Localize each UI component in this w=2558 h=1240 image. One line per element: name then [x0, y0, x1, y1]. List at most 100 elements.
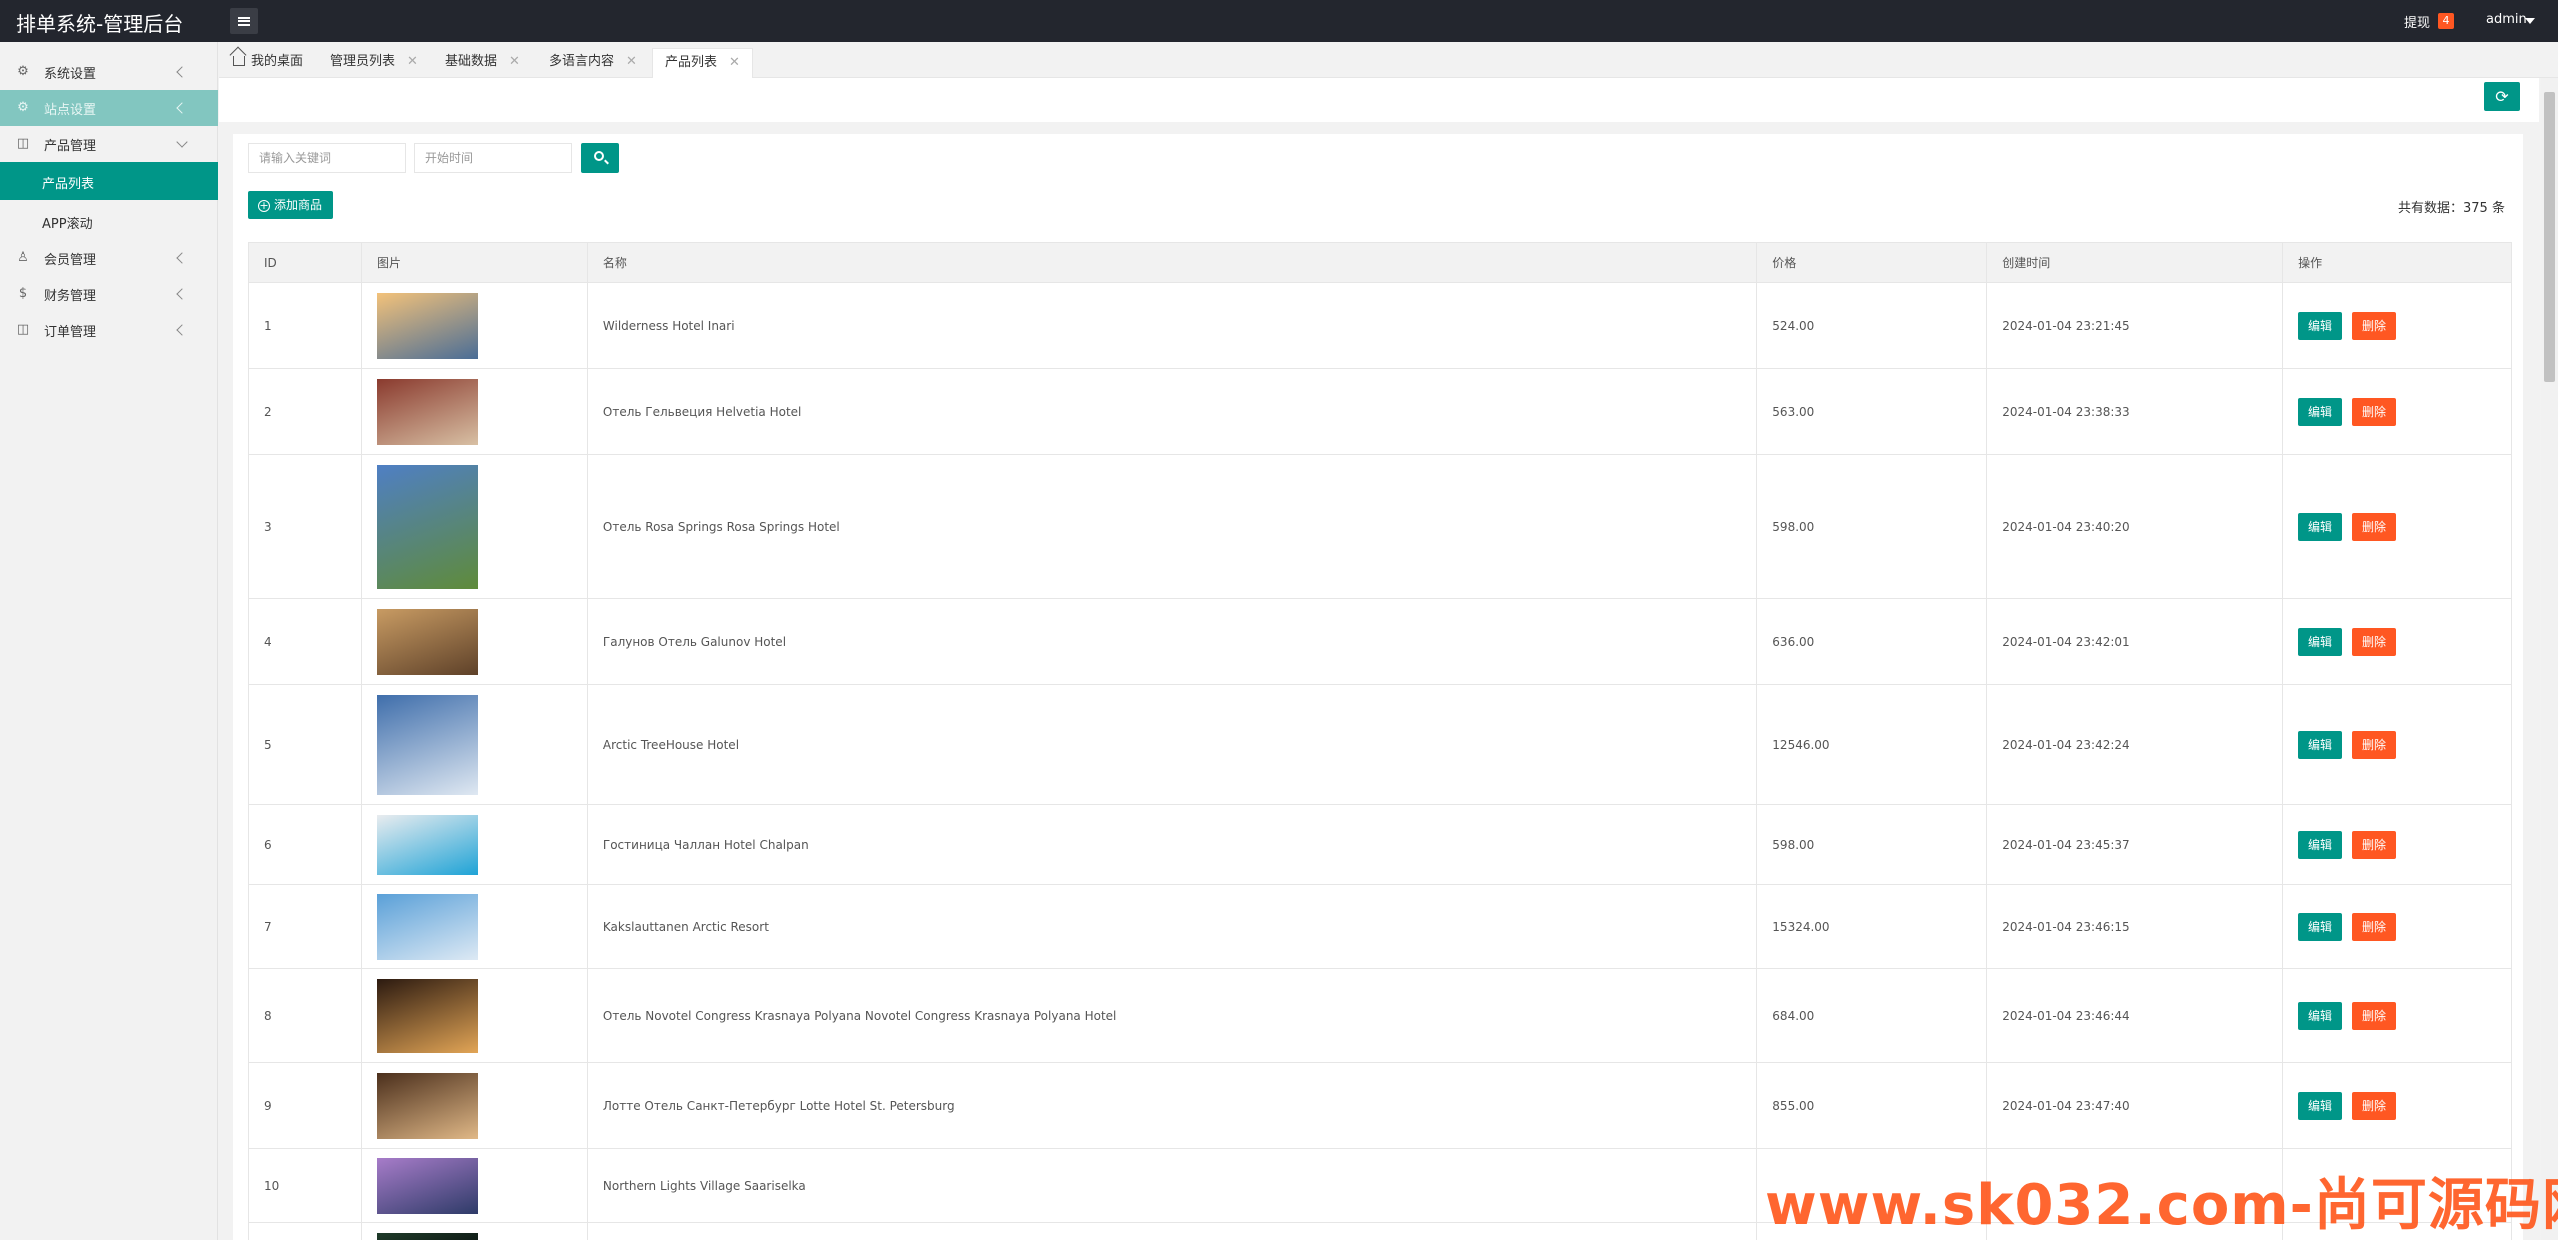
cell-created-time: 2024-01-04 23:46:15	[1986, 884, 2284, 969]
refresh-button[interactable]: ⟳	[2484, 82, 2520, 111]
cell-price: 524.00	[1756, 282, 1988, 369]
withdraw-count-badge: 4	[2438, 13, 2454, 29]
cell-image	[360, 804, 588, 885]
sidebar-item-system-settings[interactable]: ⚙ 系统设置	[0, 54, 218, 90]
table-row: 2 Отель Гельвеция Helvetia Hotel 563.00 202…	[248, 368, 2512, 455]
edit-button[interactable]: 编辑	[2298, 311, 2343, 340]
tab-multilingual-content[interactable]: 多语言内容 ✕	[537, 48, 649, 78]
tab-label: 产品列表	[665, 55, 718, 70]
product-thumbnail[interactable]	[376, 1232, 478, 1240]
cell-created-time: 2024-01-04 23:38:33	[1986, 368, 2284, 455]
cell-actions: 编辑 删除	[2282, 454, 2512, 599]
edit-button[interactable]: 编辑	[2298, 730, 2343, 759]
edit-button[interactable]: 编辑	[2298, 512, 2343, 541]
cell-price: 636.00	[1756, 598, 1988, 685]
product-thumbnail[interactable]	[376, 464, 478, 589]
search-input[interactable]: 请输入关键词	[248, 143, 406, 173]
scrollbar-thumb[interactable]	[2544, 92, 2555, 382]
cell-image	[360, 1148, 588, 1223]
product-thumbnail[interactable]	[376, 1072, 478, 1139]
tab-label: 我的桌面	[251, 54, 304, 69]
delete-button[interactable]: 删除	[2352, 627, 2397, 656]
caret-down-icon[interactable]	[2525, 18, 2535, 24]
cell-created-time: 2024-01-04 23:46:44	[1986, 968, 2284, 1063]
cell-name: Northern Lights Village Saariselka	[586, 1148, 1758, 1223]
edit-button[interactable]: 编辑	[2298, 627, 2343, 656]
close-icon[interactable]: ✕	[729, 55, 740, 70]
cell-name	[586, 1222, 1758, 1240]
box-icon: ◫	[16, 136, 30, 151]
cell-price: 855.00	[1756, 1062, 1988, 1149]
edit-button[interactable]: 编辑	[2298, 397, 2343, 426]
cell-image	[360, 1062, 588, 1149]
product-thumbnail[interactable]	[376, 978, 478, 1053]
edit-button[interactable]: 编辑	[2298, 912, 2343, 941]
plus-circle-icon: +	[258, 199, 270, 212]
cell-name: Отель Гельвеция Helvetia Hotel	[586, 368, 1758, 455]
cell-actions: 编辑 删除	[2282, 804, 2512, 885]
cell-image	[360, 968, 588, 1063]
sidebar-item-product-management[interactable]: ◫ 产品管理	[0, 126, 218, 162]
cell-created-time: 2024-01-04 23:42:24	[1986, 684, 2284, 805]
search-icon	[594, 151, 604, 161]
add-product-button[interactable]: + 添加商品	[248, 191, 333, 219]
sidebar-item-finance-management[interactable]: $ 财务管理	[0, 276, 218, 312]
product-thumbnail[interactable]	[376, 608, 478, 675]
sidebar-item-label: 会员管理	[44, 252, 97, 268]
delete-button[interactable]: 删除	[2352, 311, 2397, 340]
withdraw-link[interactable]: 提现	[2404, 12, 2430, 31]
table-row: 3 Отель Rosa Springs Rosa Springs Hotel 59…	[248, 454, 2512, 599]
sidebar-item-label: 系统设置	[44, 66, 97, 82]
close-icon[interactable]: ✕	[407, 54, 418, 69]
product-thumbnail[interactable]	[376, 814, 478, 875]
delete-button[interactable]: 删除	[2352, 512, 2397, 541]
delete-button[interactable]: 删除	[2352, 912, 2397, 941]
close-icon[interactable]: ✕	[509, 54, 520, 69]
product-thumbnail[interactable]	[376, 694, 478, 795]
table-row: 1 Wilderness Hotel Inari 524.00 2024-01-04 …	[248, 282, 2512, 369]
cell-price: 598.00	[1756, 804, 1988, 885]
product-thumbnail[interactable]	[376, 1157, 478, 1214]
sidebar-subitem-product-list[interactable]: 产品列表	[0, 162, 218, 200]
delete-button[interactable]: 删除	[2352, 730, 2397, 759]
cell-id: 1	[248, 282, 362, 369]
tab-my-desktop[interactable]: 我的桌面	[221, 48, 315, 78]
delete-button[interactable]: 删除	[2352, 397, 2397, 426]
sidebar-item-site-settings[interactable]: ⚙ 站点设置	[0, 90, 218, 126]
cell-created-time: 2024-01-04 23:47:40	[1986, 1062, 2284, 1149]
table-row: 7 Kakslauttanen Arctic Resort 15324.00 2024…	[248, 884, 2512, 969]
cell-price: 684.00	[1756, 968, 1988, 1063]
product-thumbnail[interactable]	[376, 378, 478, 445]
site-settings-icon: ⚙	[17, 100, 29, 115]
start-date-input[interactable]: 开始时间	[414, 143, 572, 173]
search-button[interactable]	[581, 143, 619, 173]
sidebar-subitem-app-scroll[interactable]: APP滚动	[0, 202, 218, 240]
sidebar-item-label: 站点设置	[44, 102, 97, 118]
cell-image	[360, 368, 588, 455]
total-count: 共有数据：375 条	[2398, 201, 2505, 216]
edit-button[interactable]: 编辑	[2298, 830, 2343, 859]
delete-button[interactable]: 删除	[2352, 830, 2397, 859]
gear-icon: ⚙	[17, 64, 29, 79]
product-thumbnail[interactable]	[376, 292, 478, 359]
tab-product-list[interactable]: 产品列表 ✕	[652, 48, 753, 78]
menu-toggle-button[interactable]	[230, 8, 258, 34]
delete-button[interactable]: 删除	[2352, 1001, 2397, 1030]
user-menu[interactable]: admin	[2486, 12, 2527, 27]
edit-button[interactable]: 编辑	[2298, 1091, 2343, 1120]
top-bar: 排单系统-管理后台 提现 4 admin	[0, 0, 2558, 42]
delete-button[interactable]: 删除	[2352, 1091, 2397, 1120]
cell-actions: 编辑 删除	[2282, 598, 2512, 685]
sidebar-item-order-management[interactable]: ◫ 订单管理	[0, 312, 218, 348]
box-icon: ◫	[16, 322, 30, 337]
close-icon[interactable]: ✕	[626, 54, 637, 69]
cell-name: Kakslauttanen Arctic Resort	[586, 884, 1758, 969]
tab-basic-data[interactable]: 基础数据 ✕	[433, 48, 532, 78]
sidebar-item-member-management[interactable]: ♙ 会员管理	[0, 240, 218, 276]
product-thumbnail[interactable]	[376, 893, 478, 960]
tab-admin-list[interactable]: 管理员列表 ✕	[318, 48, 430, 78]
edit-button[interactable]: 编辑	[2298, 1001, 2343, 1030]
table-header-row: ID 图片 名称 价格 创建时间 操作	[248, 242, 2512, 283]
tab-bar: 我的桌面 管理员列表 ✕ 基础数据 ✕ 多语言内容 ✕ 产品列表 ✕	[219, 42, 2558, 78]
cell-name: Гостиница Чаллан Hotel Chalpan	[586, 804, 1758, 885]
